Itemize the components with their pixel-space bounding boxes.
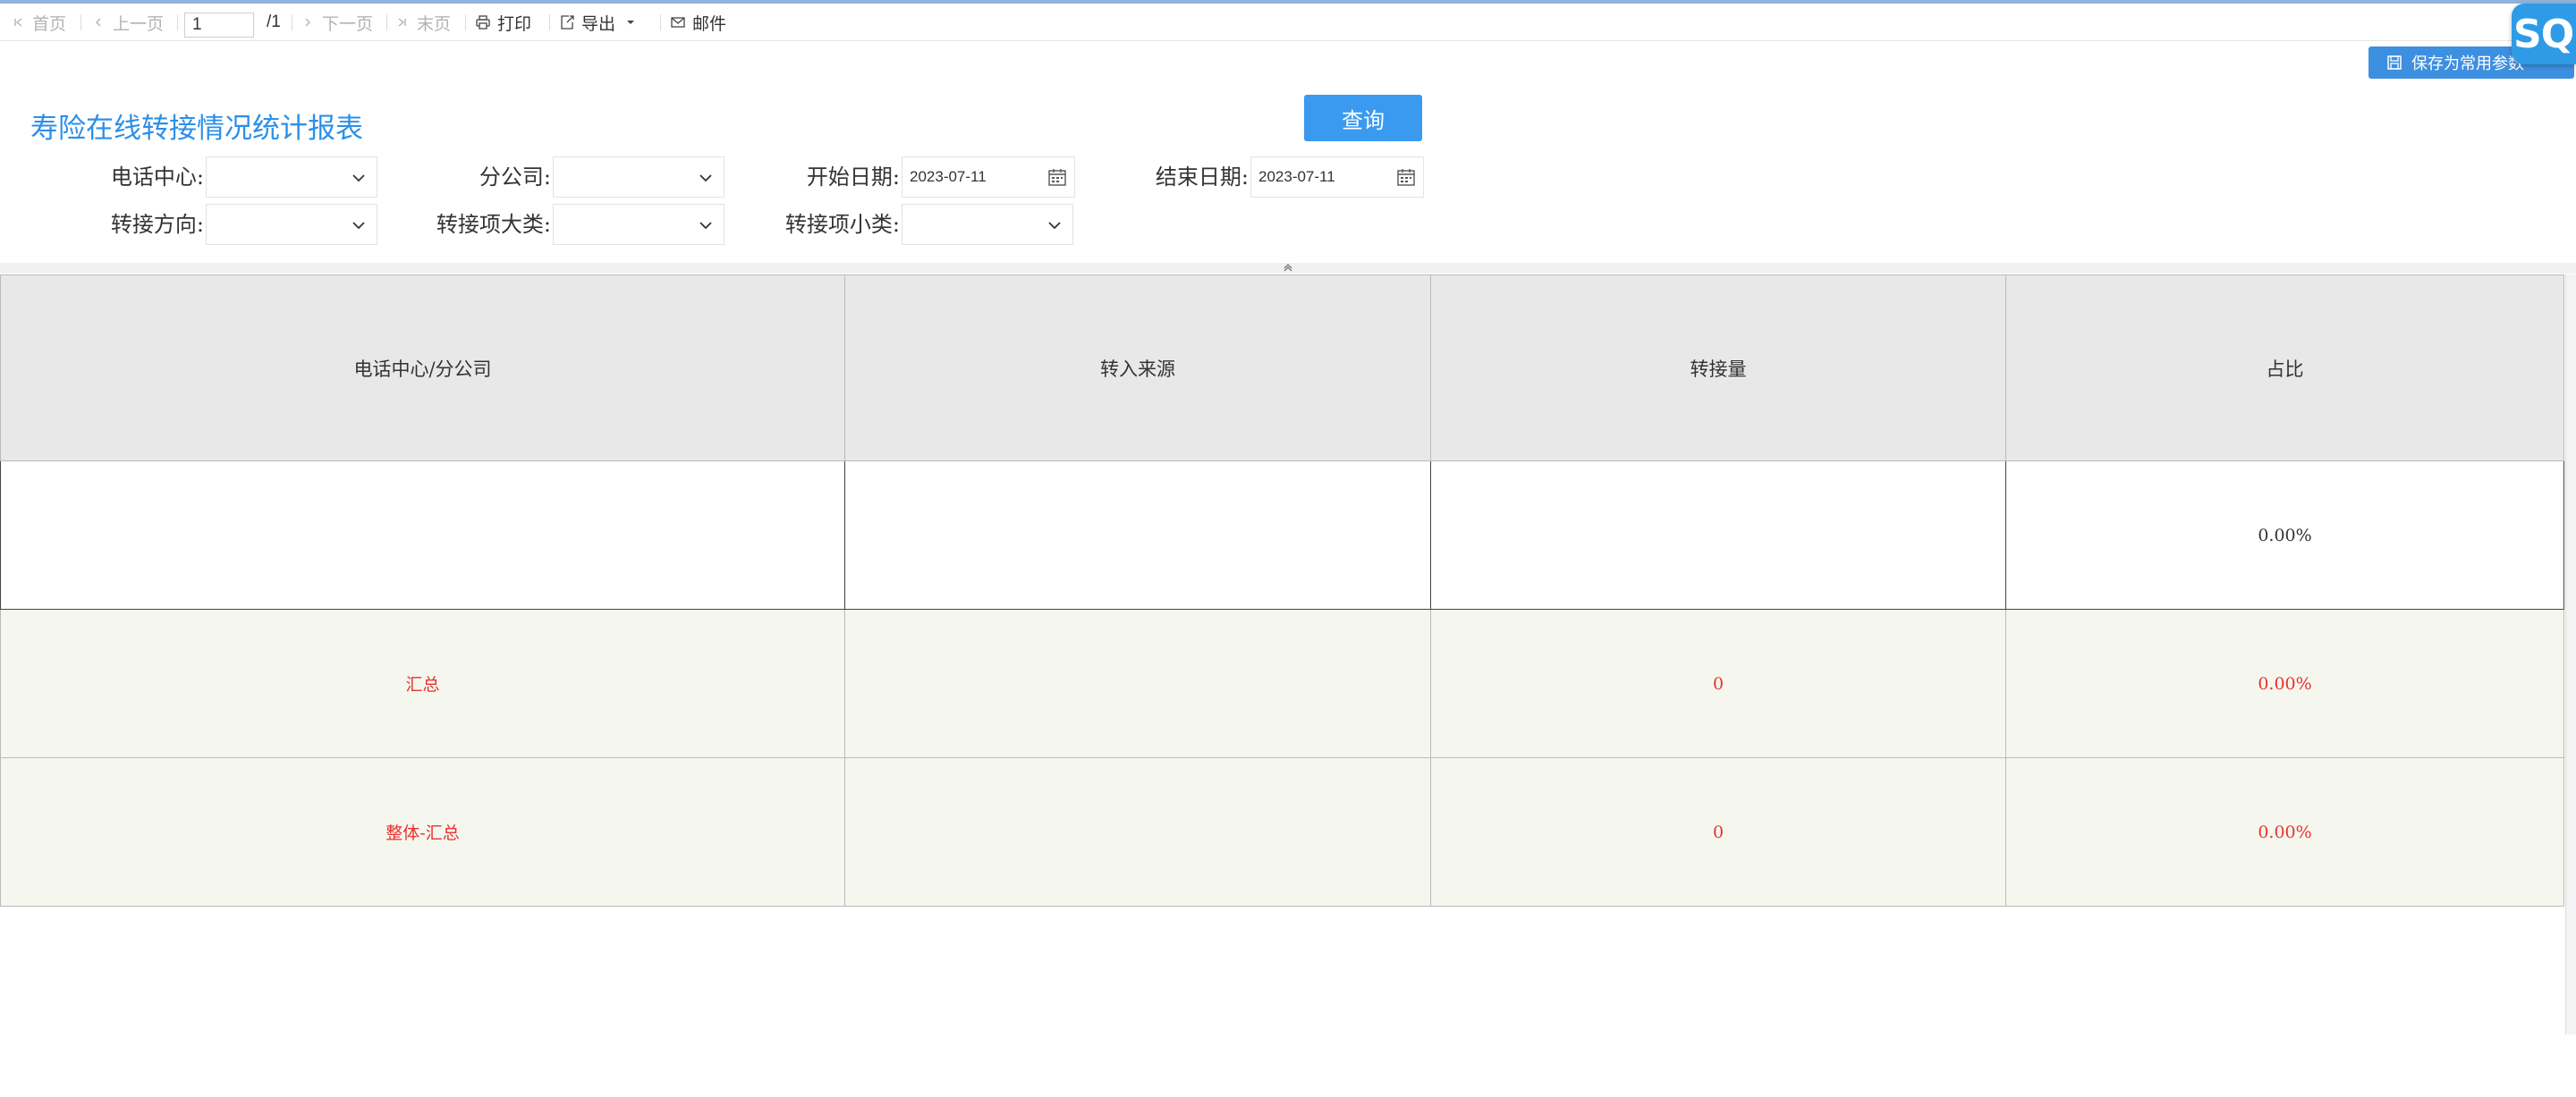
total-summary-row: 整体-汇总 0 0.00% xyxy=(0,757,2564,907)
toolbar-divider xyxy=(465,14,466,30)
first-page-button[interactable]: 首页 xyxy=(9,4,66,41)
header-call-center-branch: 电话中心/分公司 xyxy=(0,274,845,461)
last-page-icon xyxy=(394,13,411,31)
vertical-scrollbar[interactable] xyxy=(2565,274,2576,1034)
direction-select[interactable] xyxy=(206,204,377,245)
save-params-label: 保存为常用参数 xyxy=(2411,55,2524,72)
last-page-label: 末页 xyxy=(417,14,452,34)
page-title: 寿险在线转接情况统计报表 xyxy=(30,113,363,145)
header-ratio: 占比 xyxy=(2005,274,2564,461)
report-toolbar: 首页 上一页 1 /1 下一页 末页 打印 导出 邮件 xyxy=(0,4,2576,41)
caret-down-icon xyxy=(626,19,635,26)
chevron-down-icon xyxy=(352,222,365,230)
chevron-down-icon xyxy=(699,174,712,182)
table-cell xyxy=(844,460,1431,610)
print-button[interactable]: 打印 xyxy=(474,4,531,41)
subcategory-select[interactable] xyxy=(902,204,1073,245)
chevron-left-icon xyxy=(89,13,107,31)
table-cell: 0.00% xyxy=(2005,609,2564,758)
table-cell: 0.00% xyxy=(2005,460,2564,610)
toolbar-divider xyxy=(80,14,81,30)
subcategory-label: 转接项小类: xyxy=(784,212,900,237)
call-center-label: 电话中心: xyxy=(110,165,204,190)
mail-label: 邮件 xyxy=(692,14,727,34)
table-cell xyxy=(844,609,1431,758)
report-table: 电话中心/分公司 转入来源 转接量 占比 0.00% 汇总 0 0.00% 整体… xyxy=(0,274,2564,907)
category-label: 转接项大类: xyxy=(436,212,551,237)
header-transfer-source: 转入来源 xyxy=(844,274,1431,461)
next-page-label: 下一页 xyxy=(322,14,374,34)
collapse-splitter[interactable] xyxy=(0,263,2576,274)
table-cell xyxy=(1430,460,2006,610)
save-icon xyxy=(2386,55,2402,71)
direction-label: 转接方向: xyxy=(110,212,204,237)
table-cell: 0 xyxy=(1430,757,2006,907)
chevron-right-icon xyxy=(299,13,317,31)
first-page-icon xyxy=(9,13,27,31)
toolbar-divider xyxy=(386,14,387,30)
header-transfer-volume: 转接量 xyxy=(1430,274,2006,461)
table-cell xyxy=(0,460,845,610)
page-total: /1 xyxy=(267,13,281,31)
chevron-down-icon xyxy=(352,174,365,182)
printer-icon xyxy=(474,13,492,31)
page-number-input[interactable]: 1 xyxy=(184,13,254,38)
end-date-input[interactable]: 2023-07-11 xyxy=(1250,156,1424,198)
table-header-row: 电话中心/分公司 转入来源 转接量 占比 xyxy=(0,274,2564,461)
category-select[interactable] xyxy=(553,204,724,245)
call-center-select[interactable] xyxy=(206,156,377,198)
calendar-icon[interactable] xyxy=(1396,167,1416,187)
toolbar-divider xyxy=(177,14,178,30)
start-date-label: 开始日期: xyxy=(806,165,900,190)
prev-page-label: 上一页 xyxy=(113,14,165,34)
export-label: 导出 xyxy=(581,14,616,34)
query-button[interactable]: 查询 xyxy=(1304,95,1422,141)
prev-page-button[interactable]: 上一页 xyxy=(89,4,164,41)
branch-label: 分公司: xyxy=(479,165,551,190)
summary-row: 汇总 0 0.00% xyxy=(0,609,2564,758)
print-label: 打印 xyxy=(497,14,532,34)
next-page-button[interactable]: 下一页 xyxy=(299,4,373,41)
last-page-button[interactable]: 末页 xyxy=(394,4,451,41)
table-cell: 汇总 xyxy=(0,609,845,758)
branch-select[interactable] xyxy=(553,156,724,198)
chevron-down-icon xyxy=(1048,222,1061,230)
table-cell: 整体-汇总 xyxy=(0,757,845,907)
table-cell: 0.00% xyxy=(2005,757,2564,907)
end-date-value: 2023-07-11 xyxy=(1258,168,1335,185)
calendar-icon[interactable] xyxy=(1047,167,1067,187)
mail-icon xyxy=(669,13,687,31)
mail-button[interactable]: 邮件 xyxy=(669,4,726,41)
table-cell xyxy=(844,757,1431,907)
sql-floating-button[interactable]: SQL xyxy=(2512,4,2576,64)
export-icon xyxy=(558,13,576,31)
first-page-label: 首页 xyxy=(32,14,67,34)
toolbar-divider xyxy=(549,14,550,30)
end-date-label: 结束日期: xyxy=(1155,165,1249,190)
toolbar-divider xyxy=(660,14,661,30)
start-date-value: 2023-07-11 xyxy=(910,168,987,185)
chevron-down-icon xyxy=(699,222,712,230)
export-dropdown-button[interactable]: 导出 xyxy=(558,4,635,41)
table-cell: 0 xyxy=(1430,609,2006,758)
table-row: 0.00% xyxy=(0,460,2564,610)
start-date-input[interactable]: 2023-07-11 xyxy=(902,156,1075,198)
collapse-up-icon[interactable] xyxy=(1281,263,1295,274)
